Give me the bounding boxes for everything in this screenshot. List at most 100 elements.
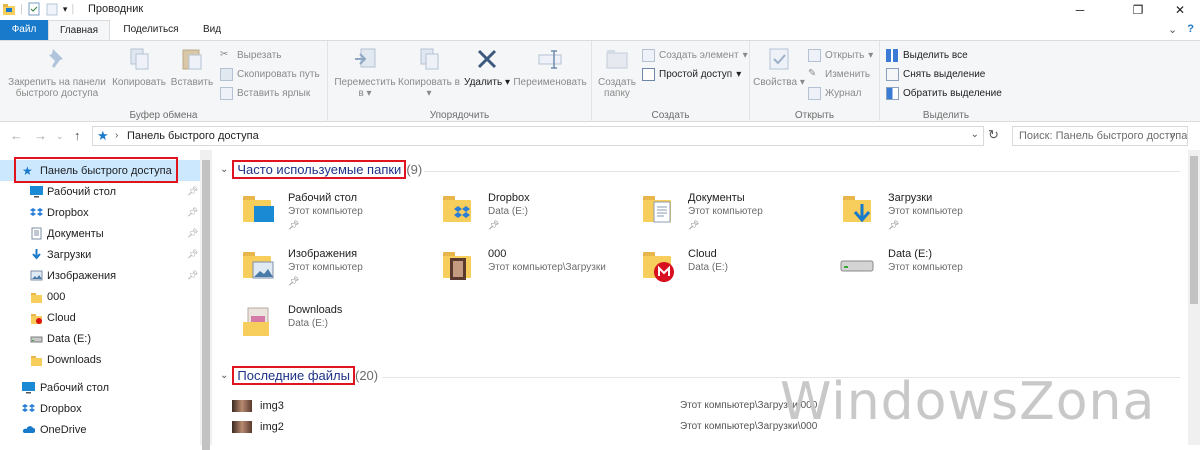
nav-item-label: Dropbox — [47, 206, 89, 219]
tab-view[interactable]: Вид — [192, 20, 232, 40]
copy-button[interactable]: Копировать — [110, 45, 168, 88]
folder-location: Этот компьютер\Загрузки — [488, 262, 606, 273]
edit-button[interactable]: ✎ Изменить — [808, 66, 870, 82]
nav-item[interactable]: Downloads — [0, 349, 200, 370]
edit-icon: ✎ — [808, 67, 817, 79]
explorer-icon[interactable] — [2, 2, 16, 16]
properties-button[interactable]: Свойства ▾ — [752, 45, 806, 88]
group-select: Выделить все Снять выделение Обратить вы… — [880, 41, 1012, 123]
chevron-down-icon: ⌄ — [220, 370, 229, 381]
quick-access-toolbar: | ▾ | — [2, 2, 74, 16]
address-bar[interactable]: ★ › Панель быстрого доступа ⌄ — [92, 126, 984, 146]
pin-icon: 📌︎ — [187, 249, 199, 259]
maximize-button[interactable]: ❐ — [1122, 0, 1154, 20]
content-scroll-thumb[interactable] — [1190, 156, 1198, 304]
watermark: WindowsZona — [780, 372, 1156, 432]
group-organize: Переместить в ▾ Копировать в ▾ Удалить ▾… — [328, 41, 592, 123]
tab-home[interactable]: Главная — [48, 20, 110, 40]
folder-icon — [30, 353, 43, 366]
tab-file[interactable]: Файл — [0, 20, 48, 40]
new-item-icon — [642, 48, 655, 62]
move-to-button[interactable]: Переместить в ▾ — [332, 45, 398, 99]
qat-dropdown-icon[interactable]: ▾ — [63, 4, 68, 15]
nav-item[interactable]: Документы 📌︎ — [0, 223, 200, 244]
history-icon — [808, 86, 821, 100]
folder-tile[interactable]: Downloads Data (E:) — [230, 304, 430, 354]
pin-icon: 📌︎ — [187, 228, 199, 238]
nav-item-label: 000 — [47, 290, 66, 303]
nav-item[interactable]: Cloud — [0, 307, 200, 328]
forward-button[interactable]: → — [34, 128, 47, 143]
new-item-button[interactable]: Создать элемент ▾ — [642, 47, 748, 63]
copy-to-icon — [420, 48, 439, 70]
nav-root-item[interactable]: Рабочий стол — [0, 377, 200, 398]
group-label-clipboard: Буфер обмена — [129, 110, 198, 121]
drive-icon — [840, 248, 874, 282]
nav-item[interactable]: Dropbox 📌︎ — [0, 202, 200, 223]
search-input[interactable]: Поиск: Панель быстрого доступа — [1012, 126, 1188, 146]
folder-name: Downloads — [288, 304, 343, 316]
content-scrollbar[interactable] — [1188, 150, 1200, 445]
rename-button[interactable]: Переименовать — [510, 45, 590, 88]
ribbon-collapse-icon[interactable]: ⌄ — [1168, 23, 1177, 36]
up-button[interactable]: ↑ — [74, 128, 81, 143]
nav-quick-access[interactable]: ★ Панель быстрого доступа — [0, 157, 200, 183]
open-button[interactable]: Открыть ▾ — [808, 47, 873, 63]
copy-to-button[interactable]: Копировать в ▾ — [398, 45, 460, 99]
folder-tile[interactable]: Data (E:) Этот компьютер — [830, 248, 1030, 298]
nav-item[interactable]: 000 — [0, 286, 200, 307]
folder-name: Документы — [688, 192, 745, 204]
folder-tile[interactable]: Cloud Data (E:) — [630, 248, 830, 298]
pin-icon: 📌︎ — [187, 186, 199, 196]
tab-share[interactable]: Поделиться — [114, 20, 188, 40]
dropbox-icon — [22, 402, 35, 415]
back-button[interactable]: ← — [10, 128, 23, 143]
folder-tile[interactable]: Изображения Этот компьютер 📌︎ — [230, 248, 430, 298]
help-icon[interactable]: ? — [1187, 23, 1194, 36]
folder-tile[interactable]: Загрузки Этот компьютер 📌︎ — [830, 192, 1030, 242]
folder-tile[interactable]: Документы Этот компьютер 📌︎ — [630, 192, 830, 242]
new-folder-qat-icon[interactable] — [45, 2, 59, 16]
refresh-button[interactable]: ↻ — [988, 127, 999, 143]
quick-access-star-icon: ★ — [97, 128, 109, 143]
folder-location: Этот компьютер — [688, 206, 763, 217]
recent-section-header[interactable]: ⌄ Последние файлы (20) — [220, 366, 378, 385]
nav-item[interactable]: Загрузки 📌︎ — [0, 244, 200, 265]
minimize-button[interactable]: ─ — [1064, 0, 1096, 20]
select-none-button[interactable]: Снять выделение — [886, 66, 985, 82]
pin-quick-access-button[interactable]: Закрепить на панели быстрого доступа — [4, 45, 110, 99]
folder-name: Загрузки — [888, 192, 933, 204]
delete-icon — [477, 49, 497, 69]
cut-button[interactable]: ✂ Вырезать — [220, 47, 281, 63]
recent-locations-icon[interactable]: ⌄ — [56, 131, 64, 142]
close-button[interactable]: ✕ — [1164, 0, 1196, 20]
paste-button[interactable]: Вставить — [168, 45, 216, 88]
cloud-folder-icon — [640, 248, 674, 282]
new-folder-button[interactable]: Создать папку — [594, 45, 640, 99]
nav-scroll-thumb[interactable] — [202, 160, 210, 450]
history-button[interactable]: Журнал — [808, 85, 862, 101]
nav-root-item[interactable]: Dropbox — [0, 398, 200, 419]
folder-name: Изображения — [288, 248, 358, 260]
delete-button[interactable]: Удалить ▾ — [460, 45, 514, 88]
folder-tile[interactable]: Рабочий стол Этот компьютер 📌︎ — [230, 192, 430, 242]
properties-icon[interactable] — [27, 2, 41, 16]
nav-item-label: Рабочий стол — [47, 185, 117, 198]
nav-scrollbar[interactable] — [200, 150, 212, 450]
easy-access-button[interactable]: Простой доступ ▾ — [642, 66, 741, 82]
folder-tile[interactable]: Dropbox Data (E:) 📌︎ — [430, 192, 630, 242]
paste-shortcut-button[interactable]: Вставить ярлык — [220, 85, 310, 101]
frequent-section-header[interactable]: ⌄ Часто используемые папки (9) — [220, 160, 422, 179]
nav-item[interactable]: Изображения 📌︎ — [0, 265, 200, 286]
address-dropdown-icon[interactable]: ⌄ — [971, 129, 979, 140]
copy-path-button[interactable]: Скопировать путь — [220, 66, 320, 82]
photo-folder-icon — [440, 248, 474, 282]
invert-selection-button[interactable]: Обратить выделение — [886, 85, 1002, 101]
nav-item[interactable]: Рабочий стол 📌︎ — [0, 181, 200, 202]
nav-item[interactable]: Data (E:) — [0, 328, 200, 349]
folder-tile[interactable]: 000 Этот компьютер\Загрузки — [430, 248, 630, 298]
select-all-button[interactable]: Выделить все — [886, 47, 968, 63]
folder-name: Data (E:) — [888, 248, 933, 260]
nav-root-item[interactable]: OneDrive — [0, 419, 200, 440]
properties-icon — [769, 48, 789, 70]
